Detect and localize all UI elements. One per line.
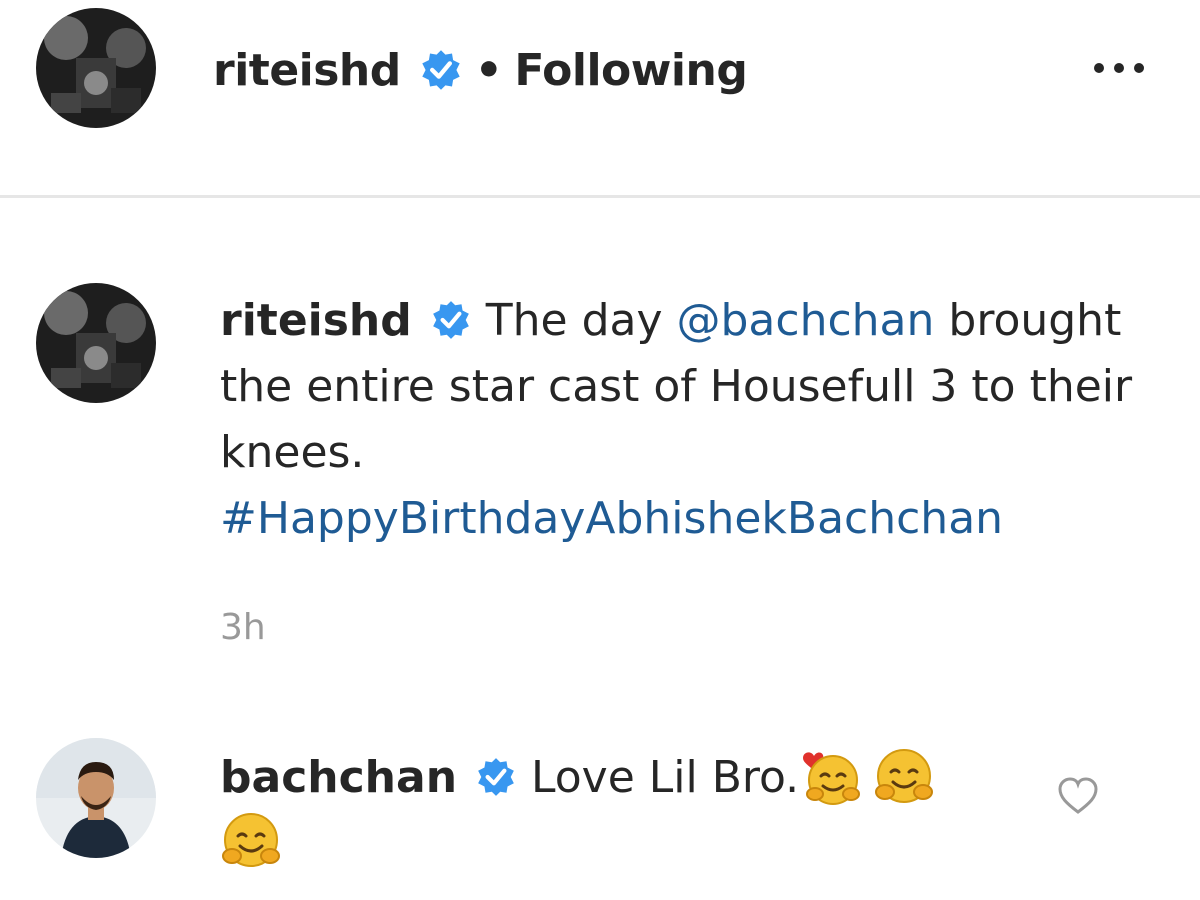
caption-author-avatar[interactable]	[36, 283, 156, 403]
verified-badge-icon	[430, 294, 472, 339]
verified-badge-icon	[419, 48, 463, 92]
instagram-post-page: riteishd • Following riteishd The day @b…	[0, 0, 1200, 900]
separator-dot: •	[474, 44, 503, 96]
hugging-emoji-icon	[873, 746, 935, 808]
comment-body: bachchan Love Lil Bro.	[220, 746, 1040, 874]
header-info: riteishd • Following	[213, 42, 748, 98]
heart-hug-emoji-icon	[799, 746, 861, 808]
hugging-emoji-icon	[220, 810, 282, 872]
following-button[interactable]: Following	[514, 45, 747, 96]
caption-text-part1: The day	[485, 295, 677, 346]
caption-username[interactable]: riteishd	[220, 295, 412, 346]
author-avatar[interactable]	[36, 8, 156, 128]
comment-text: Love Lil Bro.	[531, 752, 800, 803]
mention-link[interactable]: @bachchan	[677, 295, 935, 346]
post-timestamp[interactable]: 3h	[220, 607, 266, 648]
commenter-avatar[interactable]	[36, 738, 156, 858]
header-divider	[0, 195, 1200, 198]
like-comment-heart-icon[interactable]	[1054, 772, 1102, 820]
hashtag-link[interactable]: #HappyBirthdayAbhishekBachchan	[220, 493, 1003, 544]
verified-badge-icon	[475, 752, 517, 796]
post-caption: riteishd The day @bachchan brought the e…	[220, 288, 1170, 552]
header-username[interactable]: riteishd	[213, 45, 401, 96]
comment-username[interactable]: bachchan	[220, 752, 457, 803]
post-header: riteishd • Following	[0, 0, 1200, 198]
more-options-icon[interactable]	[1083, 48, 1155, 88]
